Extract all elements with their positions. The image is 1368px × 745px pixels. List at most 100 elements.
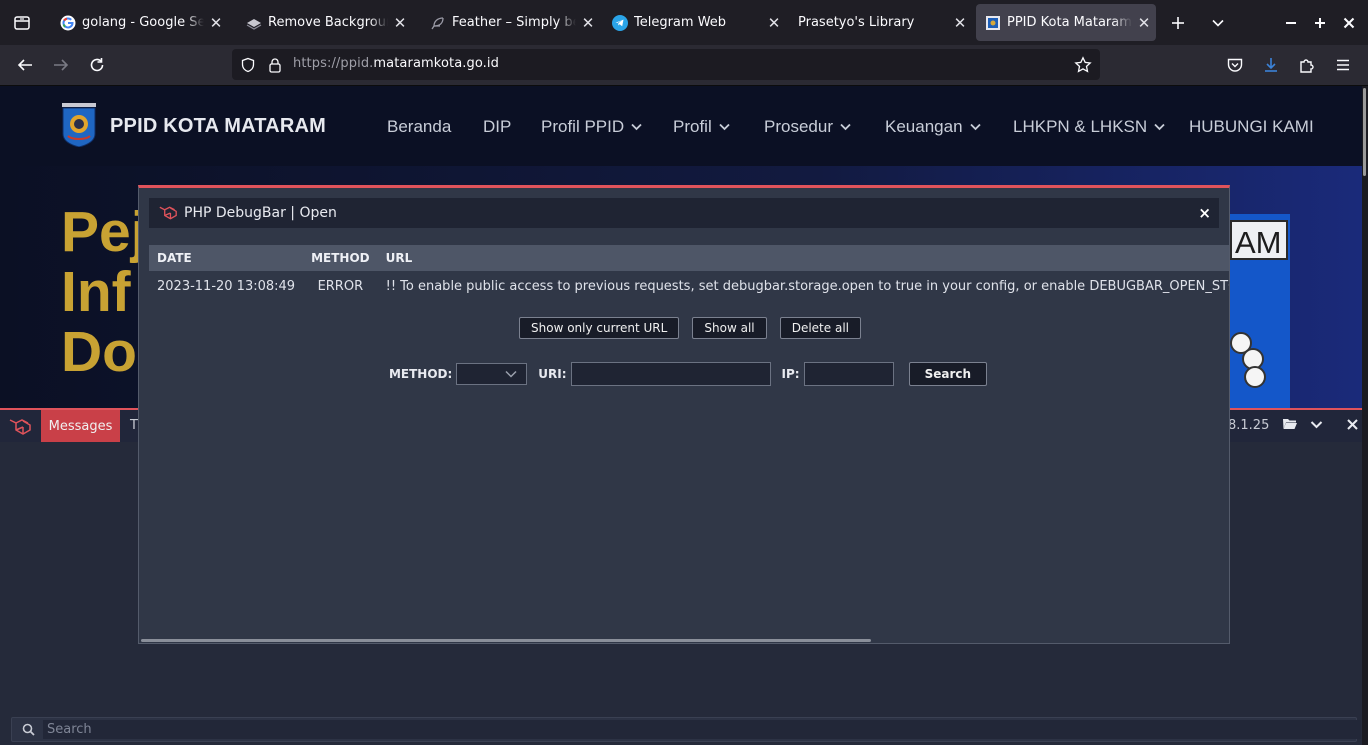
nav-keuangan[interactable]: Keuangan (885, 117, 981, 137)
modal-actions: Show only current URL Show all Delete al… (149, 317, 1229, 339)
tab-timeline[interactable]: T (130, 418, 138, 433)
nav-beranda[interactable]: Beranda (387, 117, 451, 137)
request-method: ERROR (317, 278, 364, 294)
chevron-down-icon (1212, 19, 1224, 27)
nav-profil-ppid[interactable]: Profil PPID (541, 117, 642, 137)
debugbar-search-input[interactable] (43, 720, 1361, 739)
delete-all-button[interactable]: Delete all (779, 317, 861, 339)
nav-label: Keuangan (885, 117, 963, 136)
ip-input[interactable] (803, 362, 894, 386)
nav-label: Beranda (387, 117, 452, 136)
table-row[interactable]: 2023-11-20 13:08:49 ERROR !! To enable p… (149, 271, 1229, 301)
reload-button[interactable] (81, 50, 113, 80)
telegram-icon (612, 14, 628, 31)
download-icon (1265, 58, 1277, 72)
browser-tab-google[interactable]: golang - Google Search ✕ (48, 4, 228, 41)
method-select[interactable] (456, 363, 528, 385)
nav-label: DIP (483, 117, 512, 136)
browser-tab-feather[interactable]: Feather – Simply beautiful open source i… (418, 4, 600, 41)
close-icon (1343, 17, 1355, 29)
ip-label: IP: (781, 367, 800, 381)
shield-icon[interactable] (240, 57, 256, 73)
close-icon[interactable] (1347, 419, 1358, 430)
minimize-icon (1286, 22, 1296, 24)
folder-open-icon[interactable] (1282, 417, 1298, 431)
modal-header: PHP DebugBar | Open × (149, 198, 1219, 228)
tab-messages[interactable]: Messages (41, 410, 120, 442)
window-maximize-button[interactable] (1304, 7, 1336, 39)
browser-tab-remove-background[interactable]: Remove Background from Image ✕ (234, 4, 412, 41)
browser-tab-bar: golang - Google Search ✕ Remove Backgrou… (0, 0, 1368, 45)
laravel-logo-icon[interactable] (8, 416, 32, 438)
close-tab-icon[interactable]: ✕ (576, 14, 600, 32)
reload-icon (90, 58, 104, 72)
hamburger-menu-icon (1337, 59, 1349, 71)
app-menu-button[interactable] (1327, 50, 1359, 80)
kota-mataram-logo[interactable] (62, 103, 96, 147)
extensions-button[interactable] (1291, 50, 1323, 80)
uri-input[interactable] (570, 362, 771, 386)
nav-lhkpn-lhksn[interactable]: LHKPN & LHKSN (1013, 117, 1165, 137)
address-bar[interactable]: https://ppid.mataramkota.go.id (232, 49, 1100, 80)
close-tab-icon[interactable]: ✕ (948, 14, 972, 32)
browser-tab-telegram[interactable]: Telegram Web ✕ (600, 4, 786, 41)
browser-tab-ppid[interactable]: PPID Kota Mataram ✕ (976, 4, 1156, 41)
close-tab-icon[interactable]: ✕ (388, 14, 412, 32)
feather-icon (430, 15, 446, 31)
plus-icon (1172, 17, 1184, 29)
puzzle-icon (1300, 59, 1314, 73)
hero-title-line: Pej (61, 200, 147, 264)
hero-sign-image: AM (1228, 214, 1290, 414)
chevron-down-icon[interactable] (1310, 420, 1323, 430)
chevron-down-icon (631, 123, 642, 131)
forward-button[interactable] (45, 50, 77, 80)
lock-icon[interactable] (268, 57, 282, 73)
list-all-tabs-button[interactable] (1202, 7, 1234, 39)
tab-title: Remove Background from Image (268, 15, 388, 30)
window-minimize-button[interactable] (1275, 7, 1307, 39)
debugbar-open-modal: PHP DebugBar | Open × DATE METHOD URL 20… (138, 185, 1230, 644)
flower-decoration (1244, 366, 1266, 388)
hero-title-line: Do (61, 320, 137, 384)
browser-tab-library[interactable]: Prasetyo's Library ✕ (786, 4, 972, 41)
bookmark-star-icon[interactable] (1074, 56, 1092, 74)
site-logo-icon (985, 15, 1001, 31)
show-all-button[interactable]: Show all (692, 317, 767, 339)
column-header-url: URL (385, 251, 413, 265)
uri-label: URI: (538, 367, 567, 381)
nav-prosedur[interactable]: Prosedur (764, 117, 851, 137)
site-name[interactable]: PPID KOTA MATARAM (110, 115, 326, 138)
window-close-button[interactable] (1333, 7, 1365, 39)
nav-profil[interactable]: Profil (673, 117, 730, 137)
tab-list-button[interactable] (0, 0, 44, 45)
horizontal-scrollbar[interactable] (141, 639, 871, 642)
chevron-down-icon (1154, 123, 1165, 131)
nav-label: LHKPN & LHKSN (1013, 117, 1148, 136)
new-tab-button[interactable] (1162, 7, 1194, 39)
page-scrollbar[interactable] (1362, 86, 1368, 745)
back-button[interactable] (9, 50, 41, 80)
close-tab-icon[interactable]: ✕ (1132, 14, 1156, 32)
scrollbar-thumb[interactable] (1363, 88, 1366, 176)
search-button[interactable]: Search (908, 362, 988, 386)
chevron-down-icon (840, 123, 851, 131)
debugbar-search-bar (11, 717, 1361, 742)
tab-title: golang - Google Search (82, 15, 204, 30)
downloads-button[interactable] (1255, 50, 1287, 80)
pocket-button[interactable] (1219, 50, 1251, 80)
maximize-icon (1315, 18, 1325, 28)
close-tab-icon[interactable]: ✕ (762, 14, 786, 32)
nav-label: Prosedur (764, 117, 833, 136)
modal-close-button[interactable]: × (1198, 204, 1211, 222)
nav-hubungi-kami[interactable]: HUBUNGI KAMI (1189, 117, 1314, 137)
url-domain: mataramkota.go.id (373, 56, 499, 71)
method-label: METHOD: (388, 367, 453, 381)
close-tab-icon[interactable]: ✕ (204, 14, 228, 32)
chevron-down-icon (969, 123, 981, 131)
url-text[interactable]: https://ppid.mataramkota.go.id (293, 56, 499, 71)
hero-title-line: Inf (61, 260, 131, 324)
show-only-current-url-button[interactable]: Show only current URL (519, 317, 680, 339)
tab-title: Feather – Simply beautiful open source i… (452, 15, 576, 30)
nav-dip[interactable]: DIP (483, 117, 511, 137)
tab-title: PPID Kota Mataram (1007, 15, 1132, 30)
